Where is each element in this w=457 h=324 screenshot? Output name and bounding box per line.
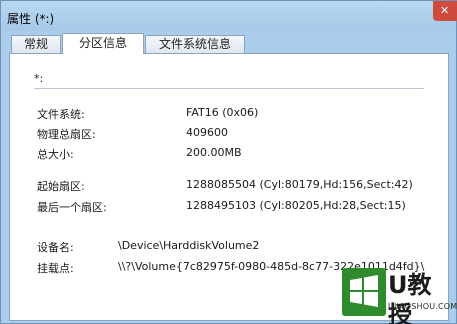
last-sector-label: 最后一个扇区: [37,201,107,214]
physical-sectors-value: 409600 [186,126,228,139]
watermark-url: UJIAOSHOU.COM [388,302,457,311]
watermark-logo: U教授 UJIAOSHOU.COM [342,268,457,324]
windows-logo-icon [342,268,386,316]
separator [34,88,424,89]
device-name-label: 设备名: [37,241,74,254]
start-sector-label: 起始扇区: [37,180,85,193]
filesystem-label: 文件系统: [37,108,85,121]
last-sector-value: 1288495103 (Cyl:80205,Hd:28,Sect:15) [186,199,406,212]
close-button[interactable] [433,1,457,21]
tab-strip: 常规 分区信息 文件系统信息 [9,33,449,54]
drive-name: *: [34,72,44,85]
total-size-value: 200.00MB [186,146,242,159]
mount-point-label: 挂载点: [37,262,74,275]
title-bar[interactable]: 属性 (*:) [1,1,456,31]
watermark-brand: U教授 [388,271,432,324]
device-name-value: \Device\HarddiskVolume2 [118,239,260,252]
total-size-label: 总大小: [37,148,74,161]
window-title: 属性 (*:) [7,12,55,26]
filesystem-value: FAT16 (0x06) [186,106,259,119]
start-sector-value: 1288085504 (Cyl:80179,Hd:156,Sect:42) [186,178,413,191]
physical-sectors-label: 物理总扇区: [37,128,96,141]
tab-partition-info[interactable]: 分区信息 [62,33,144,54]
tab-filesystem-info[interactable]: 文件系统信息 [145,35,245,53]
tab-general[interactable]: 常规 [11,35,61,53]
